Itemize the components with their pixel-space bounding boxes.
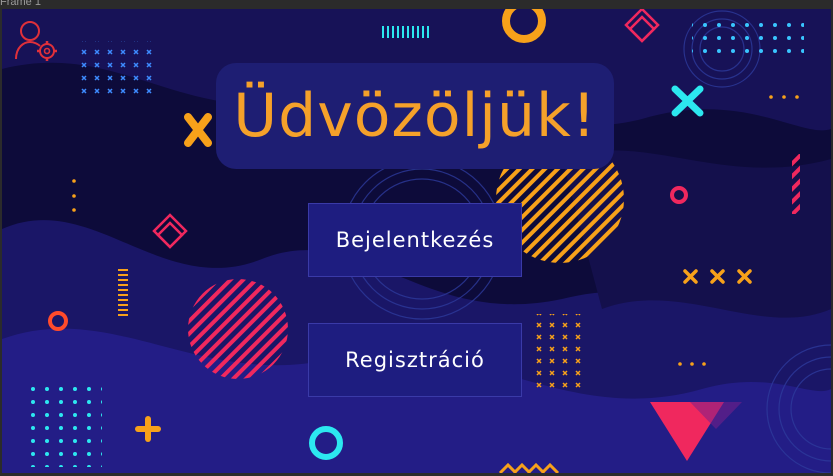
register-button[interactable]: Regisztráció (308, 323, 522, 397)
welcome-screen: Üdvözöljük! Bejelentkezés Regisztráció (2, 9, 831, 473)
register-button-label: Regisztráció (345, 348, 485, 372)
login-button-label: Bejelentkezés (335, 228, 495, 252)
user-settings-icon[interactable] (14, 19, 60, 63)
page-title: Üdvözöljük! (233, 81, 597, 151)
login-button[interactable]: Bejelentkezés (308, 203, 522, 277)
frame-label: Frame 1 (0, 0, 41, 8)
welcome-title-box: Üdvözöljük! (216, 63, 614, 169)
